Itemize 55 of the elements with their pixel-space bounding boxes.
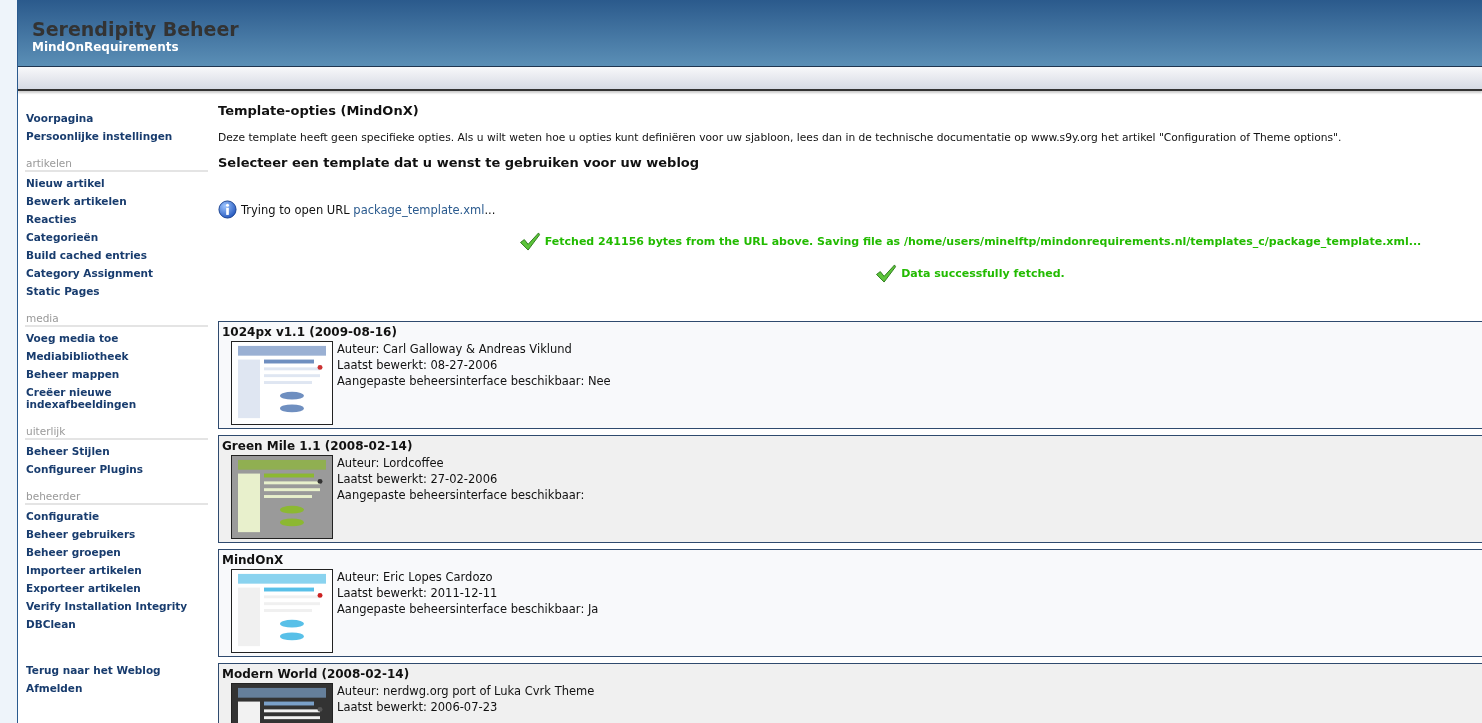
sidebar-link[interactable]: Nieuw artikel (25, 174, 208, 192)
sidebar-link[interactable]: Beheer groepen (25, 543, 208, 561)
template-detail: Aangepaste beheersinterface beschikbaar: Ja (337, 601, 599, 617)
template-detail: Auteur: nerdwg.org port of Luka Cvrk Theme (337, 683, 595, 699)
success-message: Data successfully fetched. (901, 267, 1065, 280)
checkmark-icon (875, 264, 898, 283)
sidebar-link[interactable]: Exporteer artikelen (25, 579, 208, 597)
sidebar-link[interactable]: Beheer gebruikers (25, 525, 208, 543)
template-title: Modern World (2008-02-14) (222, 667, 411, 681)
success-message: Fetched 241156 bytes from the URL above. Saving file as /home/users/minelftp/mindonrequirements.nl/templates_c/package_template.xml... (544, 235, 1422, 248)
sidebar-link[interactable]: Configuratie (25, 507, 208, 525)
file-link[interactable]: package_template.xml (353, 202, 485, 217)
sidebar-link[interactable]: Voorpagina (25, 109, 208, 127)
sidebar-link[interactable]: Importeer artikelen (25, 561, 208, 579)
template-detail: Aangepaste beheersinterface beschikbaar: Nee (337, 373, 611, 389)
sidebar-link[interactable]: DBClean (25, 615, 208, 633)
menu-section-heading: beheerder (25, 486, 208, 505)
site-title: Serendipity Beheer (32, 19, 240, 40)
sidebar-link[interactable]: Build cached entries (25, 246, 208, 264)
section-title: Selecteer een template dat u wenst te gebruiken voor uw weblog (218, 155, 701, 170)
sidebar-link[interactable]: Voeg media toe (25, 329, 208, 347)
status-message: Trying to open URL package_template.xml... (241, 202, 496, 217)
template-detail: Laatst bewerkt: 27-02-2006 (337, 471, 499, 487)
sidebar-link[interactable]: Static Pages (25, 282, 208, 300)
sidebar-link[interactable]: Bewerk artikelen (25, 192, 208, 210)
sidebar-link[interactable]: Persoonlijke instellingen (25, 127, 208, 145)
sidebar-link[interactable]: Creëer nieuwe indexafbeeldingen (25, 383, 208, 413)
template-title: MindOnX (222, 553, 285, 567)
sidebar-link[interactable]: Categorieën (25, 228, 208, 246)
checkmark-icon (518, 232, 541, 251)
info-icon (218, 200, 237, 219)
template-detail: Aangepaste beheersinterface beschikbaar: (337, 487, 585, 503)
menu-section-heading: uiterlijk (25, 421, 208, 440)
section-title: Template-opties (MindOnX) (218, 103, 420, 118)
sidebar-link[interactable]: Mediabibliotheek (25, 347, 208, 365)
template-detail: Auteur: Lordcoffee (337, 455, 445, 471)
sidebar-link[interactable]: Afmelden (25, 679, 208, 697)
sidebar-link[interactable]: Beheer Stijlen (25, 442, 208, 460)
template-detail: Auteur: Eric Lopes Cardozo (337, 569, 494, 585)
options-description: Deze template heeft geen specifieke opties. Als u wilt weten hoe u opties kunt definiëren voor uw sjabloon, lees dan in de technische documentatie op www.s9y.org het artikel "Configuration of Theme options". (218, 131, 1343, 144)
menu-section-heading: artikelen (25, 153, 208, 172)
template-detail: Laatst bewerkt: 2011-12-11 (337, 585, 499, 601)
template-title: Green Mile 1.1 (2008-02-14) (222, 439, 414, 453)
sidebar-link[interactable]: Verify Installation Integrity (25, 597, 208, 615)
sidebar-link[interactable]: Reacties (25, 210, 208, 228)
template-detail: Laatst bewerkt: 08-27-2006 (337, 357, 499, 373)
sidebar-link[interactable]: Configureer Plugins (25, 460, 208, 478)
sidebar-link[interactable]: Category Assignment (25, 264, 208, 282)
menu-section-heading: media (25, 308, 208, 327)
sidebar-link[interactable]: Beheer mappen (25, 365, 208, 383)
template-detail: Auteur: Carl Galloway & Andreas Viklund (337, 341, 573, 357)
template-detail: Laatst bewerkt: 2006-07-23 (337, 699, 499, 715)
sidebar-link[interactable]: Terug naar het Weblog (25, 661, 208, 679)
blog-name: MindOnRequirements (32, 40, 180, 55)
template-title: 1024px v1.1 (2009-08-16) (222, 325, 398, 339)
